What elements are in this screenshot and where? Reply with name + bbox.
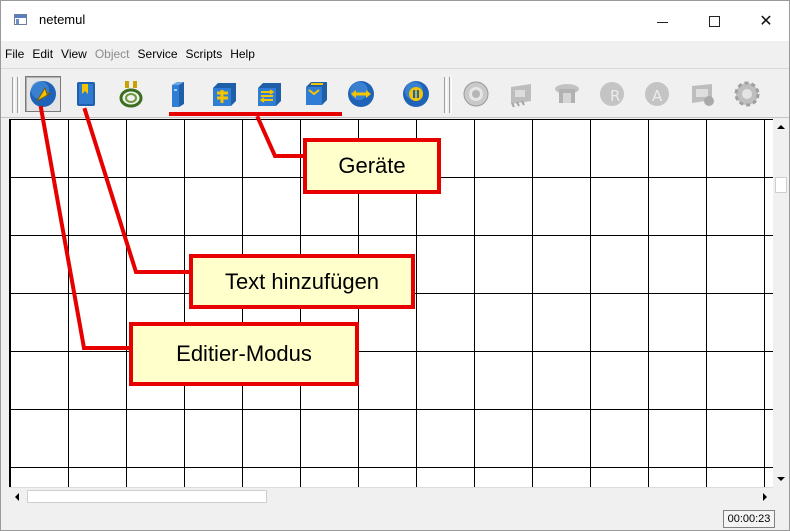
toolbar-grip[interactable] [12,77,15,113]
router-device-icon [306,82,327,105]
app-icon [14,14,27,25]
pause-icon [403,81,429,107]
edit-mode-button[interactable] [25,76,61,112]
svg-text:R: R [610,87,620,105]
menu-view[interactable]: View [57,44,91,66]
menu-object[interactable]: Object [91,44,134,66]
scroll-up-icon[interactable] [777,125,785,129]
menu-help[interactable]: Help [226,44,259,66]
annotation-add-text: Text hinzufügen [189,254,415,309]
program-button[interactable] [684,76,720,112]
window-title: netemul [39,12,86,27]
gear-button[interactable] [729,76,765,112]
scroll-right-icon[interactable] [763,493,767,501]
routing-table-button[interactable]: R [594,76,630,112]
close-icon: ✕ [759,13,773,30]
hub-device-button[interactable] [206,76,242,112]
switch-device-button[interactable] [251,76,287,112]
edit-mode-arrow-icon [30,81,56,107]
toolbar-grip [17,77,20,113]
routing-table-icon: R [600,82,624,106]
computer-device-icon [172,82,184,107]
status-bar: 00:00:23 [1,506,789,531]
scroll-left-icon[interactable] [15,493,19,501]
settings-disc-icon [463,81,489,107]
menu-service[interactable]: Service [134,44,182,66]
toolbar-separator [449,77,452,113]
menu-edit[interactable]: Edit [28,44,57,66]
table-icon [555,84,579,103]
maximize-icon [708,15,720,27]
pause-button[interactable] [398,76,434,112]
title-bar: netemul ✕ [1,1,789,41]
menu-bar: File Edit View Object Service Scripts He… [1,44,789,66]
scroll-down-icon[interactable] [777,477,785,481]
arp-table-icon: A [645,82,669,106]
add-text-button[interactable] [68,76,104,112]
program-icon [692,84,714,106]
close-button[interactable]: ✕ [743,1,789,41]
gear-icon [734,81,760,107]
annotation-edit-mode: Editier-Modus [129,322,359,386]
move-tool-button[interactable] [343,76,379,112]
toolbar: R A [1,68,789,118]
table-button[interactable] [549,76,585,112]
horizontal-scroll-thumb[interactable] [27,490,267,503]
toolbar-separator [444,77,447,113]
simulation-timer: 00:00:23 [723,510,775,528]
router-device-button[interactable] [298,76,334,112]
horizontal-scrollbar[interactable] [9,487,773,505]
vertical-scroll-thumb[interactable] [775,177,787,193]
annotation-devices: Geräte [303,138,441,194]
menu-scripts[interactable]: Scripts [182,44,227,66]
menu-file[interactable]: File [1,44,28,66]
add-text-note-icon [77,82,95,106]
network-card-button[interactable] [503,76,539,112]
vertical-scrollbar[interactable] [773,119,789,487]
network-card-icon [511,84,531,108]
move-arrows-icon [348,81,374,107]
minimize-button[interactable] [639,1,685,41]
switch-device-icon [258,83,281,106]
hub-device-icon [213,83,236,106]
svg-text:A: A [652,87,663,105]
arp-table-button[interactable]: A [639,76,675,112]
cable-button[interactable] [113,76,149,112]
cable-connect-icon [119,81,143,108]
computer-device-button[interactable] [160,76,196,112]
settings-disc-button[interactable] [458,76,494,112]
minimize-icon [656,21,668,23]
maximize-button[interactable] [691,1,737,41]
